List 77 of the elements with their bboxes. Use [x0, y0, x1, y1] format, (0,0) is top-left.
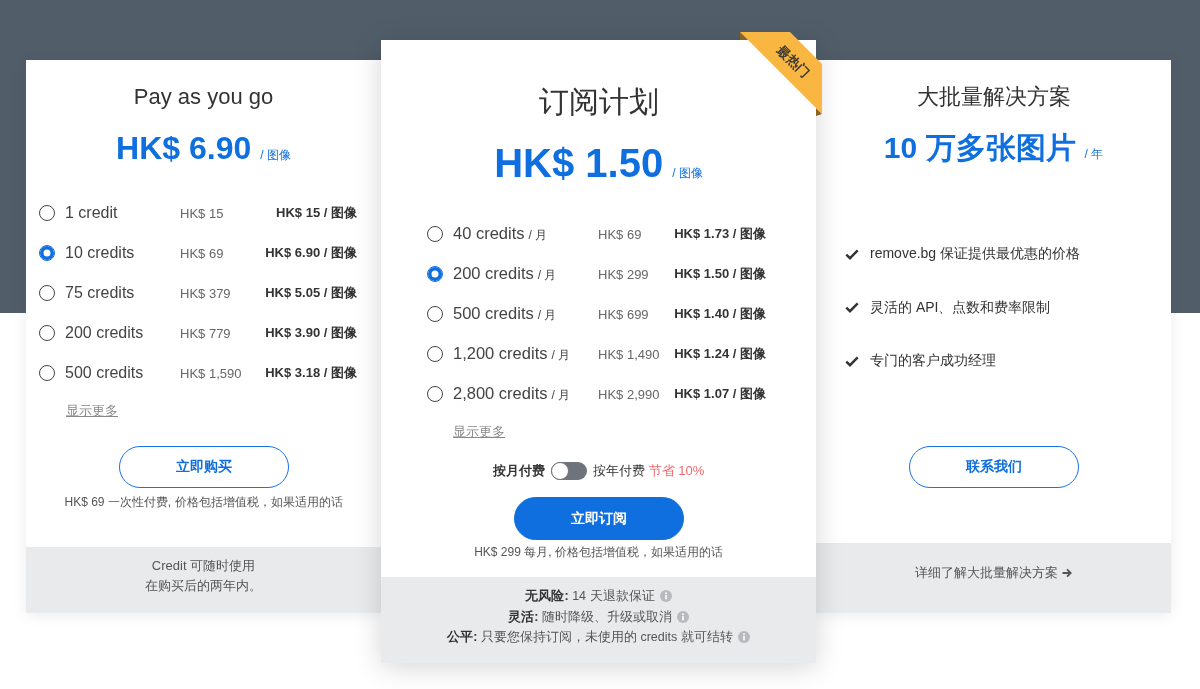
unit-price: HK$ 5.05 / 图像	[265, 284, 357, 302]
period-label: / 月	[551, 347, 571, 364]
contact-button[interactable]: 联系我们	[908, 446, 1079, 488]
radio-button[interactable]	[427, 346, 443, 362]
guarantee-text: 灵活: 随时降级、升级或取消	[508, 608, 672, 626]
billing-toggle[interactable]	[550, 462, 587, 480]
guarantee-text: 公平: 只要您保持订阅，未使用的 credits 就可结转	[447, 629, 733, 646]
total-price: HK$ 15	[180, 205, 225, 221]
total-price: HK$ 299	[598, 266, 650, 282]
unit-price: HK$ 1.24 / 图像	[674, 345, 766, 363]
feature-text: remove.bg 保证提供最优惠的价格	[870, 245, 1081, 263]
arrow-icon	[1062, 568, 1072, 578]
radio-button[interactable]	[427, 266, 443, 282]
check-icon	[845, 302, 859, 313]
feature-text: 专门的客户成功经理	[870, 352, 996, 370]
unit-price: HK$ 1.50 / 图像	[674, 265, 766, 283]
credits-label: 2,800 credits	[453, 384, 548, 403]
plan-price: HK$ 6.90	[116, 129, 252, 168]
credits-label: 1 credit	[65, 204, 118, 222]
period-label: / 月	[537, 267, 557, 284]
total-price: HK$ 379	[180, 285, 232, 301]
price-unit: / 年	[1084, 146, 1104, 163]
check-icon	[845, 248, 859, 260]
feature-text: 灵活的 API、点数和费率限制	[870, 298, 1051, 317]
radio-button[interactable]	[39, 245, 55, 261]
unit-price: HK$ 1.73 / 图像	[674, 225, 766, 243]
credits-label: 200 credits	[453, 264, 534, 283]
credits-label: 40 credits	[453, 224, 525, 243]
plan-price: HK$ 1.50	[494, 140, 664, 187]
guarantee-text: 无风险: 14 天退款保证	[525, 588, 655, 605]
price-unit: / 图像	[260, 147, 291, 164]
buy-button[interactable]: 立即购买	[118, 446, 289, 488]
show-more-link[interactable]: 显示更多	[453, 423, 505, 441]
radio-button[interactable]	[39, 285, 55, 301]
total-price: HK$ 2,990	[598, 386, 661, 402]
credits-label: 200 credits	[65, 324, 144, 342]
price-note: HK$ 69 一次性付费, 价格包括增值税，如果适用的话	[64, 494, 343, 510]
period-label: / 月	[537, 307, 557, 324]
unit-price: HK$ 3.18 / 图像	[265, 364, 357, 382]
unit-price: HK$ 1.40 / 图像	[674, 305, 766, 323]
footer-note: Credit 可随时使用 在购买后的两年内。	[145, 557, 262, 595]
unit-price: HK$ 1.07 / 图像	[674, 385, 766, 403]
learn-more-link[interactable]: 详细了解大批量解决方案	[915, 563, 1072, 583]
radio-button[interactable]	[427, 386, 443, 402]
monthly-label: 按月付费	[492, 462, 545, 480]
radio-button[interactable]	[39, 325, 55, 341]
period-label: / 月	[551, 387, 571, 404]
unit-price: HK$ 6.90 / 图像	[265, 244, 357, 262]
total-price: HK$ 69	[598, 226, 643, 242]
credits-label: 75 credits	[65, 284, 135, 302]
total-price: HK$ 779	[180, 325, 232, 341]
price-note: HK$ 299 每月, 价格包括增值税，如果适用的话	[474, 544, 723, 560]
credits-label: 500 credits	[65, 364, 144, 382]
credits-label: 10 credits	[65, 244, 135, 262]
radio-button[interactable]	[39, 365, 55, 381]
total-price: HK$ 699	[598, 306, 650, 322]
radio-button[interactable]	[39, 205, 55, 221]
price-unit: / 图像	[672, 165, 703, 182]
yearly-label: 按年付费	[592, 462, 645, 480]
unit-price: HK$ 15 / 图像	[276, 204, 357, 222]
total-price: HK$ 69	[180, 245, 225, 261]
savings-label: 节省 10%	[648, 462, 705, 480]
plan-title: 大批量解决方案	[916, 83, 1071, 111]
credits-label: 1,200 credits	[453, 344, 548, 363]
credits-label: 500 credits	[453, 304, 534, 323]
radio-button[interactable]	[427, 306, 443, 322]
unit-price: HK$ 3.90 / 图像	[265, 324, 357, 342]
radio-button[interactable]	[427, 226, 443, 242]
plan-price: 10 万多张图片	[883, 130, 1076, 166]
plan-title: Pay as you go	[133, 83, 274, 111]
period-label: / 月	[528, 227, 548, 244]
plan-title: 订阅计划	[538, 84, 659, 120]
check-icon	[845, 355, 859, 367]
total-price: HK$ 1,490	[598, 346, 661, 362]
show-more-link[interactable]: 显示更多	[66, 402, 118, 420]
subscribe-button[interactable]: 立即订阅	[513, 497, 684, 540]
total-price: HK$ 1,590	[180, 365, 243, 381]
